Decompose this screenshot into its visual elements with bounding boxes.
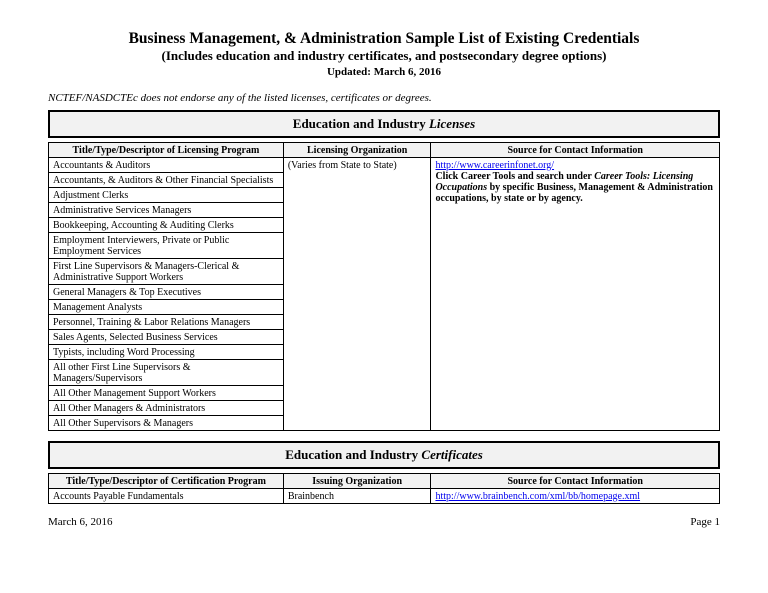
careerinfonet-link[interactable]: http://www.careerinfonet.org/	[435, 160, 554, 171]
program-title: Employment Interviewers, Private or Publ…	[49, 233, 284, 259]
document-page: Business Management, & Administration Sa…	[0, 0, 768, 538]
brainbench-link[interactable]: http://www.brainbench.com/xml/bb/homepag…	[435, 491, 640, 502]
band-prefix: Education and Industry	[285, 447, 421, 462]
col-header: Issuing Organization	[283, 474, 431, 489]
program-title: All Other Management Support Workers	[49, 386, 284, 401]
program-title: Typists, including Word Processing	[49, 345, 284, 360]
program-title: Accountants, & Auditors & Other Financia…	[49, 173, 284, 188]
band-ital: Licenses	[429, 116, 475, 131]
table-row: Accountants & Auditors(Varies from State…	[49, 158, 720, 173]
page-title: Business Management, & Administration Sa…	[48, 30, 720, 48]
document-header: Business Management, & Administration Sa…	[48, 30, 720, 78]
certificates-band: Education and Industry Certificates	[48, 441, 720, 469]
cert-source: http://www.brainbench.com/xml/bb/homepag…	[431, 489, 720, 504]
page-subtitle: (Includes education and industry certifi…	[48, 48, 720, 64]
col-header: Licensing Organization	[283, 143, 431, 158]
program-title: Administrative Services Managers	[49, 203, 284, 218]
program-title: Personnel, Training & Labor Relations Ma…	[49, 315, 284, 330]
disclaimer-text: NCTEF/NASDCTEc does not endorse any of t…	[48, 92, 720, 104]
footer-date: March 6, 2016	[48, 516, 112, 528]
col-header: Title/Type/Descriptor of Certification P…	[49, 474, 284, 489]
program-title: Management Analysts	[49, 300, 284, 315]
table-header-row: Title/Type/Descriptor of Certification P…	[49, 474, 720, 489]
cert-org: Brainbench	[283, 489, 431, 504]
col-header: Source for Contact Information	[431, 474, 720, 489]
band-ital: Certificates	[421, 447, 482, 462]
program-title: All Other Supervisors & Managers	[49, 416, 284, 431]
certificates-table: Title/Type/Descriptor of Certification P…	[48, 473, 720, 504]
program-title: General Managers & Top Executives	[49, 285, 284, 300]
program-title: All other First Line Supervisors & Manag…	[49, 360, 284, 386]
licenses-table: Title/Type/Descriptor of Licensing Progr…	[48, 142, 720, 431]
program-title: All Other Managers & Administrators	[49, 401, 284, 416]
footer-page: Page 1	[690, 516, 720, 528]
licensing-org: (Varies from State to State)	[283, 158, 431, 431]
program-title: Bookkeeping, Accounting & Auditing Clerk…	[49, 218, 284, 233]
table-header-row: Title/Type/Descriptor of Licensing Progr…	[49, 143, 720, 158]
band-prefix: Education and Industry	[293, 116, 429, 131]
contact-source: http://www.careerinfonet.org/Click Caree…	[431, 158, 720, 431]
program-title: Accountants & Auditors	[49, 158, 284, 173]
program-title: Adjustment Clerks	[49, 188, 284, 203]
page-footer: March 6, 2016 Page 1	[48, 516, 720, 528]
program-title: Sales Agents, Selected Business Services	[49, 330, 284, 345]
col-header: Source for Contact Information	[431, 143, 720, 158]
col-header: Title/Type/Descriptor of Licensing Progr…	[49, 143, 284, 158]
updated-date: Updated: March 6, 2016	[48, 66, 720, 78]
table-row: Accounts Payable FundamentalsBrainbench h…	[49, 489, 720, 504]
cert-title: Accounts Payable Fundamentals	[49, 489, 284, 504]
licenses-band: Education and Industry Licenses	[48, 110, 720, 138]
program-title: First Line Supervisors & Managers-Cleric…	[49, 259, 284, 285]
